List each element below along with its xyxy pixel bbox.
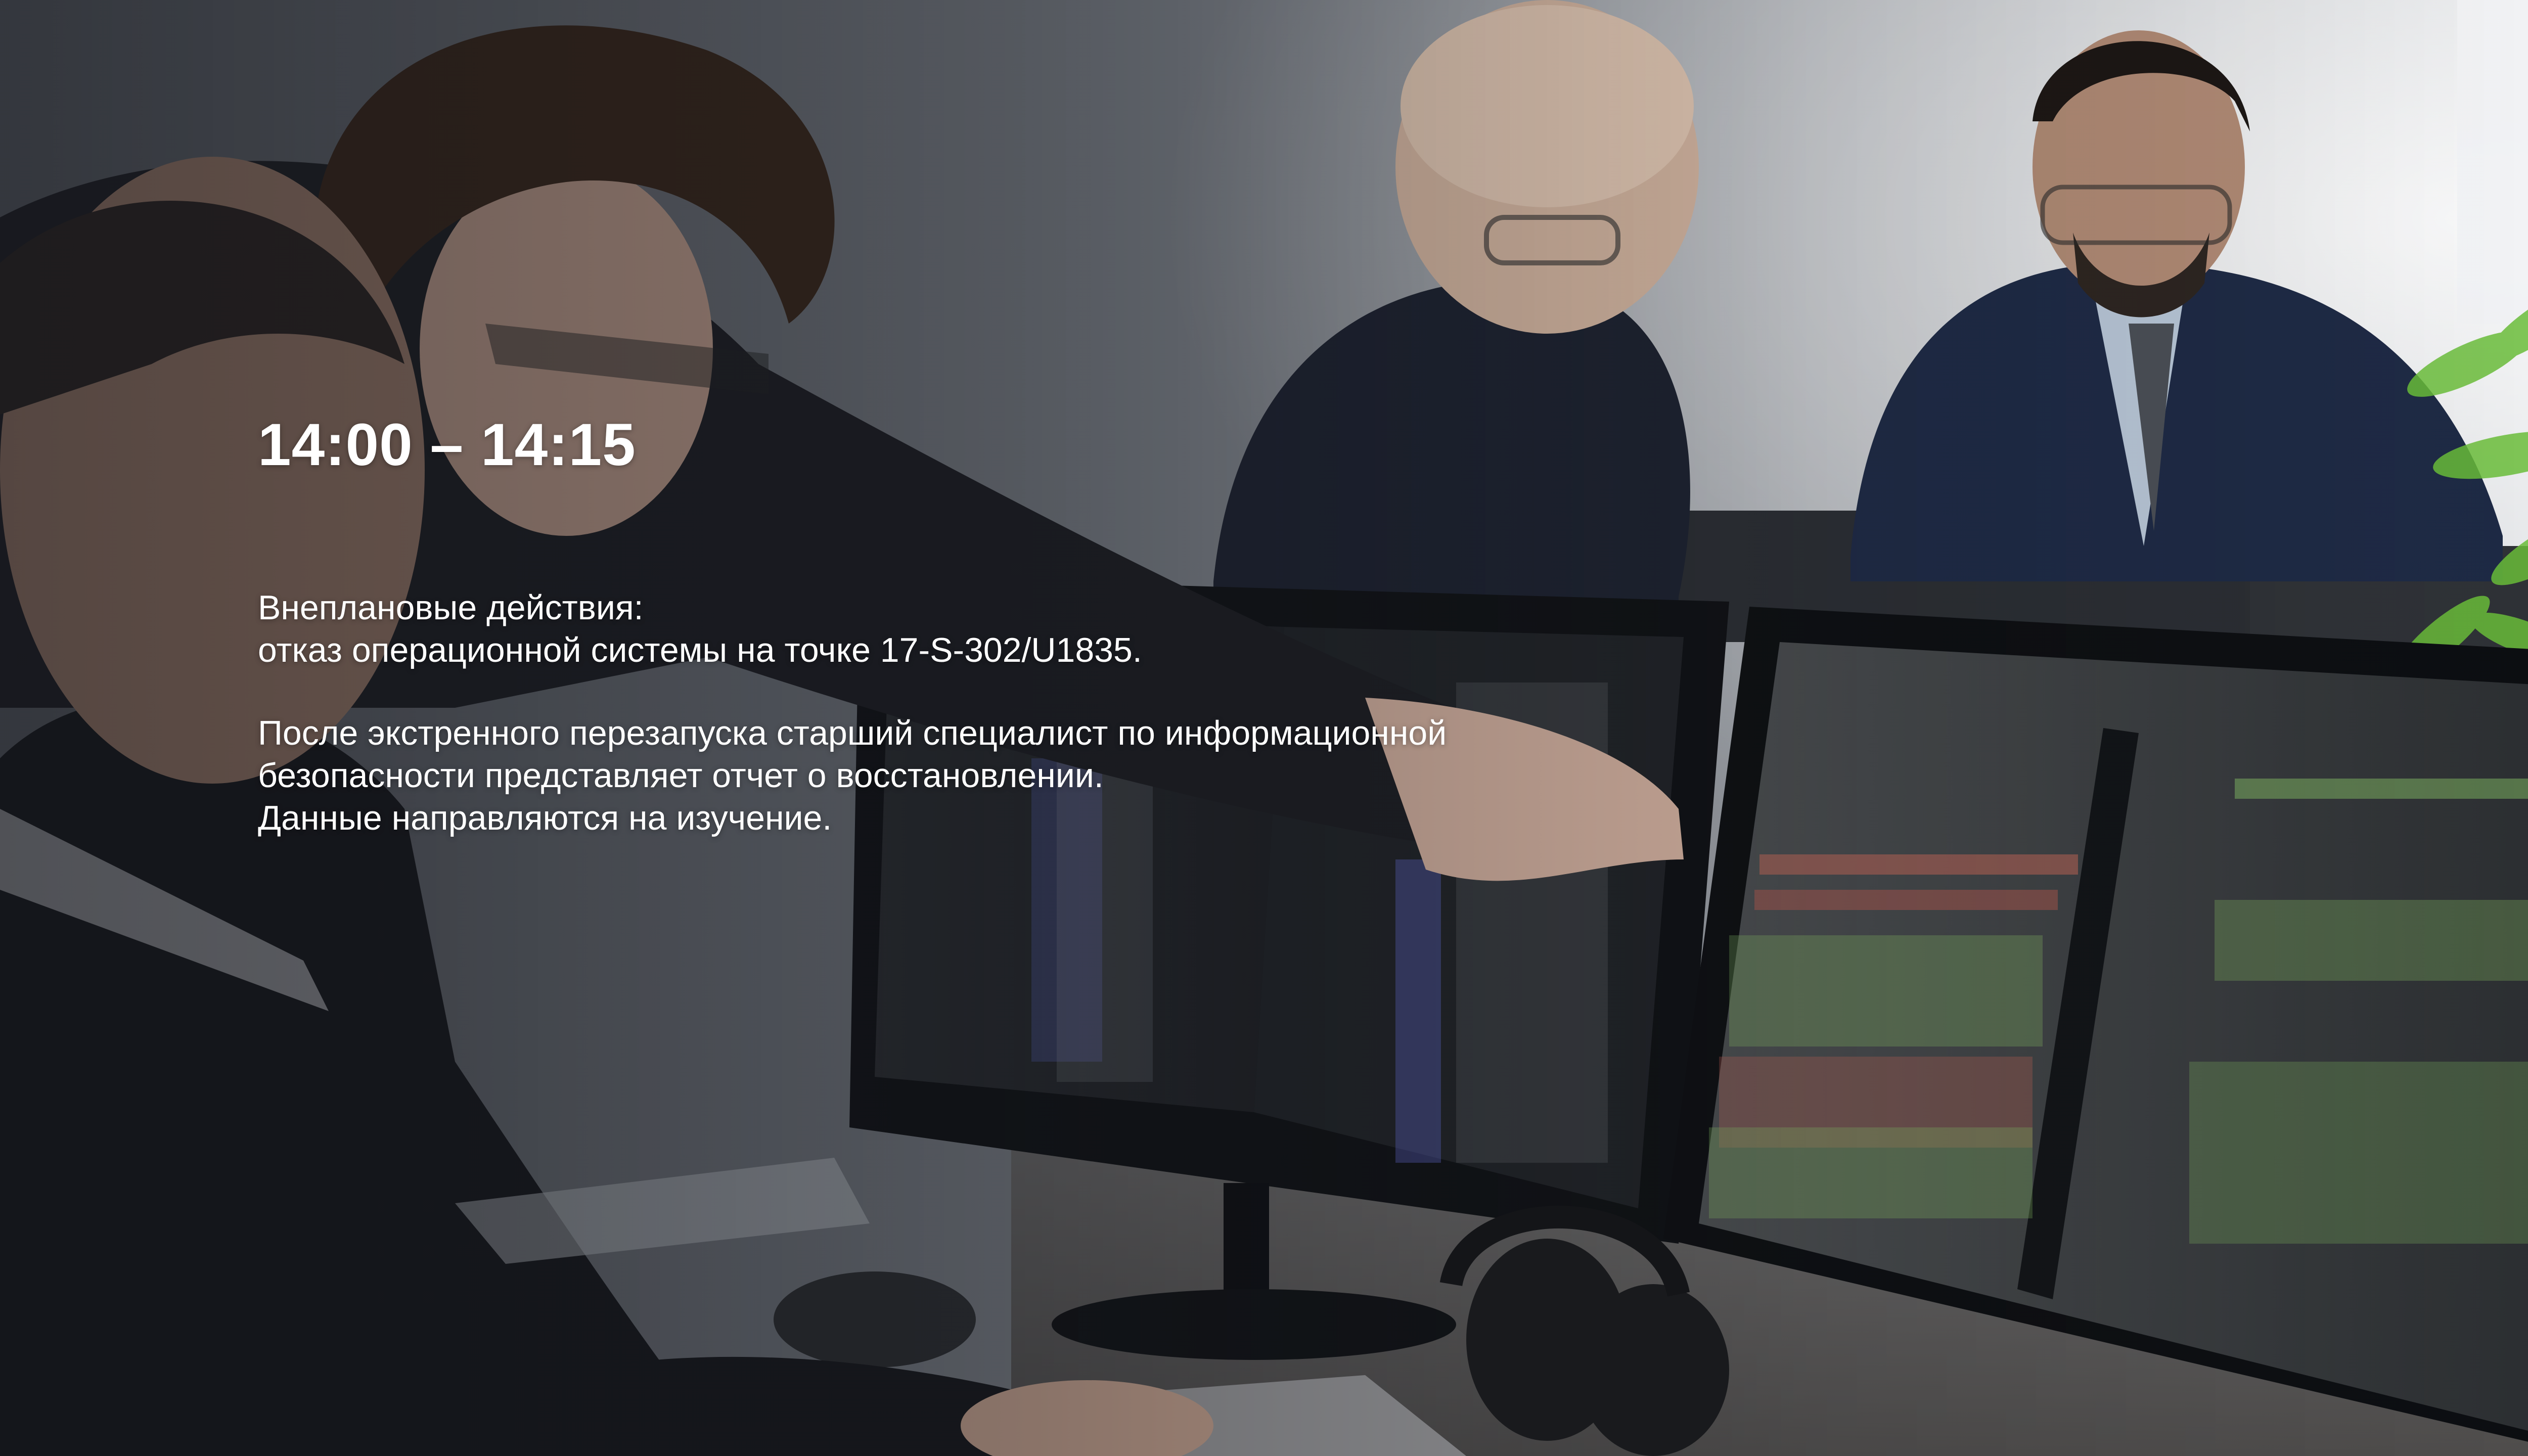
- incident-description: Внеплановые действия: отказ операционной…: [258, 588, 1142, 669]
- recovery-description: После экстренного перезапуска старший сп…: [258, 714, 1447, 837]
- info-block: 14:00 – 14:15 Внеплановые действия: отка…: [258, 410, 1674, 839]
- time-range: 14:00 – 14:15: [258, 412, 636, 478]
- slide: 14:00 – 14:15 Внеплановые действия: отка…: [0, 0, 2528, 1456]
